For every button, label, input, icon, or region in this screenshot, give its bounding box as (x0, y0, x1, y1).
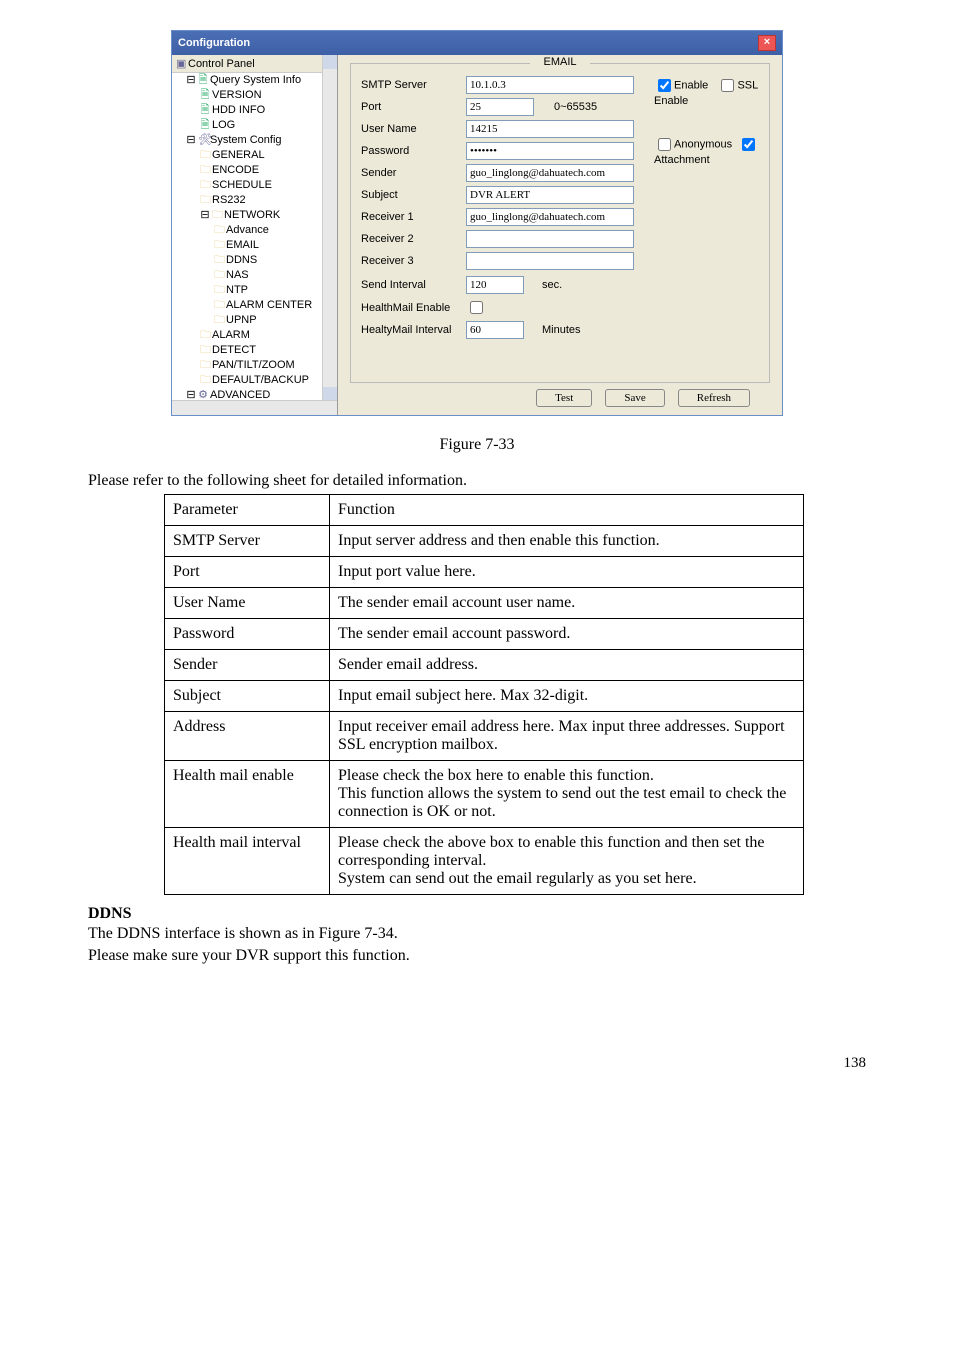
refresh-button[interactable]: Refresh (678, 389, 750, 407)
recv3-input[interactable] (466, 252, 634, 270)
tree-hdd-info[interactable]: 🗎HDD INFO (200, 103, 337, 118)
tree-advance[interactable]: 🗀Advance (214, 223, 337, 238)
tree-detect[interactable]: 🗀DETECT (200, 343, 337, 358)
save-button[interactable]: Save (605, 389, 664, 407)
tree-alarm-center[interactable]: 🗀ALARM CENTER (214, 298, 337, 313)
email-panel: EMAIL SMTP Server Port0~65535 User Name … (338, 55, 782, 415)
tree-query-system-info[interactable]: ⊟🗎Query System Info 🗎VERSION 🗎HDD INFO 🗎… (186, 73, 337, 133)
ddns-line2: Please make sure your DVR support this f… (88, 947, 866, 965)
smtp-input[interactable] (466, 76, 634, 94)
test-button[interactable]: Test (536, 389, 592, 407)
healthmail-enable-checkbox[interactable] (470, 301, 483, 314)
port-hint: 0~65535 (554, 101, 597, 113)
tree-nas[interactable]: 🗀NAS (214, 268, 337, 283)
label-port: Port (361, 101, 466, 113)
group-title: EMAIL (530, 56, 590, 68)
tree-version[interactable]: 🗎VERSION (200, 88, 337, 103)
subject-input[interactable] (466, 186, 634, 204)
close-icon[interactable]: × (758, 35, 776, 51)
enable-checkbox[interactable] (658, 79, 671, 92)
label-pass: Password (361, 145, 466, 157)
pass-input[interactable] (466, 142, 634, 160)
configuration-window: Configuration × ▣Control Panel ⊟🗎Query S… (171, 30, 783, 416)
user-input[interactable] (466, 120, 634, 138)
sendint-input[interactable] (466, 276, 524, 294)
tree-general[interactable]: 🗀GENERAL (200, 148, 337, 163)
tree-ntp[interactable]: 🗀NTP (214, 283, 337, 298)
tree-schedule[interactable]: 🗀SCHEDULE (200, 178, 337, 193)
label-sender: Sender (361, 167, 466, 179)
anonymous-checkbox[interactable] (658, 138, 671, 151)
th-parameter: Parameter (165, 495, 330, 526)
recv2-input[interactable] (466, 230, 634, 248)
page-number: 138 (88, 1055, 866, 1072)
sender-input[interactable] (466, 164, 634, 182)
parameter-table: ParameterFunction SMTP ServerInput serve… (164, 494, 804, 895)
port-input[interactable] (466, 98, 534, 116)
sidebar-tree: ▣Control Panel ⊟🗎Query System Info 🗎VERS… (172, 55, 338, 415)
tree-log[interactable]: 🗎LOG (200, 118, 337, 133)
window-title: Configuration (178, 37, 250, 49)
label-recv3: Receiver 3 (361, 255, 466, 267)
tree-system-config[interactable]: ⊟🛠System Config 🗀GENERAL 🗀ENCODE 🗀SCHEDU… (186, 133, 337, 388)
tree-alarm[interactable]: 🗀ALARM (200, 328, 337, 343)
label-sendint: Send Interval (361, 279, 466, 291)
hscroll[interactable] (172, 400, 337, 415)
attachment-checkbox[interactable] (742, 138, 755, 151)
th-function: Function (330, 495, 804, 526)
label-recv2: Receiver 2 (361, 233, 466, 245)
ddns-heading: DDNS (88, 905, 866, 923)
tree-upnp[interactable]: 🗀UPNP (214, 313, 337, 328)
tree-network[interactable]: ⊟🗀NETWORK 🗀Advance 🗀EMAIL 🗀DDNS 🗀NAS 🗀NT… (200, 208, 337, 328)
label-user: User Name (361, 123, 466, 135)
figure-caption: Figure 7-33 (88, 436, 866, 454)
recv1-input[interactable] (466, 208, 634, 226)
hmint-input[interactable] (466, 321, 524, 339)
tree-rs232[interactable]: 🗀RS232 (200, 193, 337, 208)
label-subject: Subject (361, 189, 466, 201)
label-recv1: Receiver 1 (361, 211, 466, 223)
tree-encode[interactable]: 🗀ENCODE (200, 163, 337, 178)
tree-email[interactable]: 🗀EMAIL (214, 238, 337, 253)
ssl-checkbox[interactable] (721, 79, 734, 92)
label-hmen: HealthMail Enable (361, 302, 466, 314)
label-hmint: HealtyMail Interval (361, 324, 466, 336)
tree-default-backup[interactable]: 🗀DEFAULT/BACKUP (200, 373, 337, 388)
window-titlebar: Configuration × (172, 31, 782, 55)
ddns-line1: The DDNS interface is shown as in Figure… (88, 925, 866, 943)
tree-ddns[interactable]: 🗀DDNS (214, 253, 337, 268)
lead-text: Please refer to the following sheet for … (88, 472, 866, 490)
vscroll[interactable] (322, 55, 337, 401)
tree-ptz[interactable]: 🗀PAN/TILT/ZOOM (200, 358, 337, 373)
label-smtp: SMTP Server (361, 79, 466, 91)
tree-root[interactable]: Control Panel (188, 58, 255, 70)
